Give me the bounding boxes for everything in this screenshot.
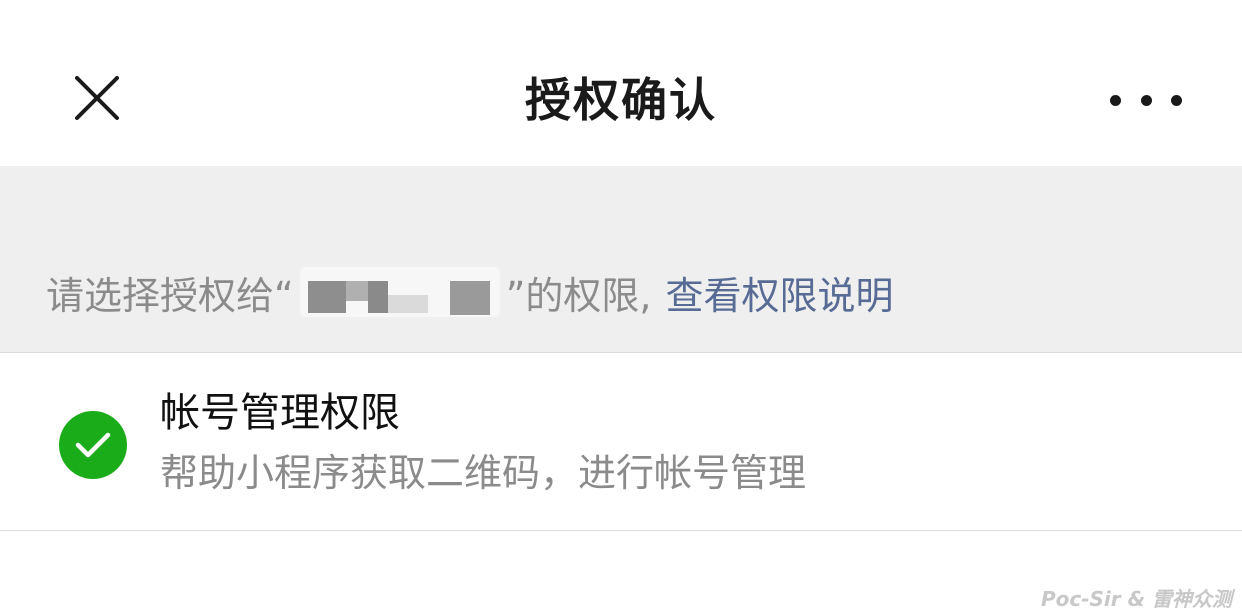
masked-app-name bbox=[299, 267, 500, 317]
authorization-prompt: 请选择授权给“ ”的权限, 查看权限说明 bbox=[46, 262, 893, 322]
navigation-bar: 授权确认 bbox=[0, 0, 1242, 166]
checkmark-icon bbox=[75, 432, 111, 458]
more-button[interactable] bbox=[1110, 80, 1182, 120]
permission-help-link[interactable]: 查看权限说明 bbox=[665, 265, 893, 320]
permission-checkbox[interactable] bbox=[59, 411, 127, 479]
prompt-text-after: ”的权限, bbox=[505, 273, 652, 318]
prompt-text-before: 请选择授权给“ bbox=[46, 273, 294, 318]
permission-description: 帮助小程序获取二维码，进行帐号管理 bbox=[160, 451, 807, 495]
watermark: Poc-Sir & 雷神众测 bbox=[1040, 587, 1232, 611]
more-dot bbox=[1140, 94, 1152, 106]
more-dot bbox=[1171, 94, 1182, 106]
page-title: 授权确认 bbox=[525, 73, 717, 127]
authorization-info-band bbox=[0, 166, 1242, 353]
permission-title: 帐号管理权限 bbox=[160, 390, 400, 436]
more-dots-icon bbox=[1110, 94, 1121, 106]
permission-item[interactable]: 帐号管理权限 帮助小程序获取二维码，进行帐号管理 bbox=[0, 353, 1242, 531]
